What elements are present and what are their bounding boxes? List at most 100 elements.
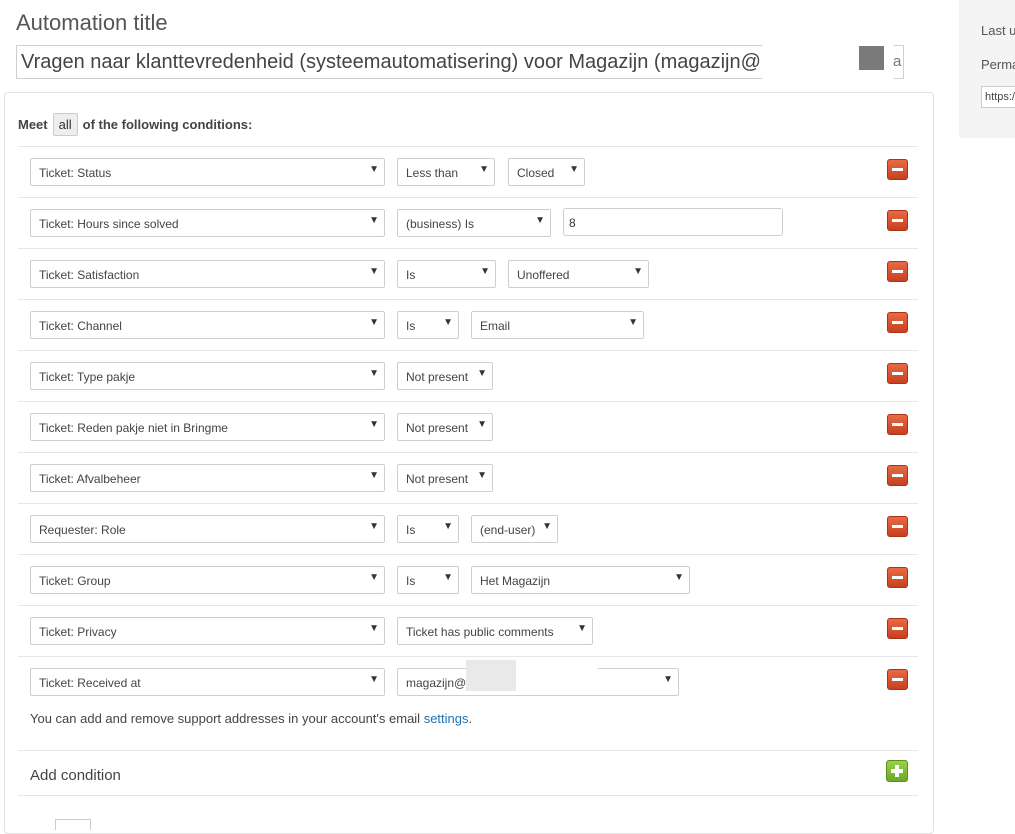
divider	[18, 750, 918, 751]
condition-field-select[interactable]: Ticket: Hours since solved ▼	[30, 209, 385, 237]
condition-operator-select-label: Not present	[406, 421, 469, 435]
row-divider	[18, 452, 918, 453]
remove-condition-button[interactable]	[887, 210, 908, 231]
condition-field-select-label: Ticket: Group	[39, 574, 111, 588]
row-divider	[18, 656, 918, 657]
chevron-down-icon: ▼	[535, 215, 545, 226]
condition-value-select-label: Closed	[517, 166, 555, 180]
condition-value-select[interactable]: Email ▼	[471, 311, 644, 339]
permalink-label: Perma	[981, 57, 1015, 72]
row-divider	[18, 299, 918, 300]
condition-value-select[interactable]: Closed ▼	[508, 158, 585, 186]
chevron-down-icon: ▼	[477, 368, 487, 379]
condition-field-select-label: Requester: Role	[39, 523, 126, 537]
chevron-down-icon: ▼	[443, 317, 453, 328]
remove-condition-button[interactable]	[887, 516, 908, 537]
meet-all-select[interactable]: all	[52, 113, 78, 136]
chevron-down-icon: ▼	[663, 674, 673, 685]
condition-operator-select-label: Is	[406, 574, 416, 588]
chevron-down-icon: ▼	[369, 317, 379, 328]
condition-field-select[interactable]: Ticket: Privacy ▼	[30, 617, 385, 645]
remove-condition-button[interactable]	[887, 159, 908, 180]
condition-value-select-label: (end-user)	[480, 523, 536, 537]
remove-condition-button[interactable]	[887, 363, 908, 384]
chevron-down-icon: ▼	[369, 266, 379, 277]
row-divider	[18, 605, 918, 606]
next-section-stub	[55, 819, 91, 830]
condition-operator-select[interactable]: Less than ▼	[397, 158, 495, 186]
condition-field-select[interactable]: Ticket: Satisfaction ▼	[30, 260, 385, 288]
row-divider	[18, 197, 918, 198]
chevron-down-icon: ▼	[369, 623, 379, 634]
chevron-down-icon: ▼	[542, 521, 552, 532]
automation-title-tail: a	[893, 53, 902, 70]
condition-operator-select[interactable]: (business) Is ▼	[397, 209, 551, 237]
condition-operator-select[interactable]: Not present ▼	[397, 413, 493, 441]
redaction-line	[492, 688, 516, 690]
chevron-down-icon: ▼	[369, 572, 379, 583]
condition-field-select-label: Ticket: Reden pakje niet in Bringme	[39, 421, 228, 435]
chevron-down-icon: ▼	[477, 419, 487, 430]
settings-link[interactable]: settings	[424, 711, 469, 726]
remove-condition-button[interactable]	[887, 567, 908, 588]
support-note-end: .	[468, 711, 473, 726]
condition-operator-select-label: Not present	[406, 370, 469, 384]
redaction-block	[859, 46, 884, 70]
condition-field-select[interactable]: Ticket: Received at ▼	[30, 668, 385, 696]
condition-field-select[interactable]: Ticket: Type pakje ▼	[30, 362, 385, 390]
condition-operator-select[interactable]: Not present ▼	[397, 362, 493, 390]
meet-prefix: Meet	[18, 117, 48, 132]
condition-operator-select[interactable]: Is ▼	[397, 260, 496, 288]
condition-field-select[interactable]: Ticket: Reden pakje niet in Bringme ▼	[30, 413, 385, 441]
chevron-down-icon: ▼	[477, 470, 487, 481]
condition-operator-select[interactable]: Ticket has public comments ▼	[397, 617, 593, 645]
condition-operator-select-label: Is	[406, 319, 416, 333]
condition-field-select[interactable]: Requester: Role ▼	[30, 515, 385, 543]
condition-operator-select-label: Is	[406, 523, 416, 537]
condition-value-select[interactable]: Het Magazijn ▼	[471, 566, 690, 594]
chevron-down-icon: ▼	[369, 521, 379, 532]
remove-condition-button[interactable]	[887, 618, 908, 639]
condition-field-select[interactable]: Ticket: Group ▼	[30, 566, 385, 594]
add-condition-label: Add condition	[30, 767, 121, 784]
condition-value-select[interactable]: Unoffered ▼	[508, 260, 649, 288]
condition-value-select-label: Unoffered	[517, 268, 570, 282]
condition-value-select-label: Het Magazijn	[480, 574, 551, 588]
condition-operator-select[interactable]: Is ▼	[397, 566, 459, 594]
add-condition-button[interactable]	[886, 760, 908, 782]
row-divider	[18, 503, 918, 504]
chevron-down-icon: ▼	[369, 215, 379, 226]
condition-field-select-label: Ticket: Hours since solved	[39, 217, 179, 231]
condition-operator-select-label: magazijn@	[406, 676, 467, 690]
remove-condition-button[interactable]	[887, 669, 908, 690]
redaction-block	[466, 660, 516, 691]
condition-operator-select[interactable]: Is ▼	[397, 311, 459, 339]
row-divider	[18, 146, 918, 147]
chevron-down-icon: ▼	[369, 470, 379, 481]
automation-title-value: Vragen naar klanttevredenheid (systeemau…	[21, 51, 773, 73]
chevron-down-icon: ▼	[628, 317, 638, 328]
condition-field-select-label: Ticket: Status	[39, 166, 112, 180]
condition-operator-select[interactable]: Not present ▼	[397, 464, 493, 492]
condition-field-select[interactable]: Ticket: Status ▼	[30, 158, 385, 186]
condition-operator-select-label: Not present	[406, 472, 469, 486]
remove-condition-button[interactable]	[887, 312, 908, 333]
remove-condition-button[interactable]	[887, 414, 908, 435]
condition-value-input[interactable]: 8	[563, 208, 783, 236]
permalink-input[interactable]: https:/	[981, 86, 1015, 108]
condition-field-select[interactable]: Ticket: Channel ▼	[30, 311, 385, 339]
remove-condition-button[interactable]	[887, 261, 908, 282]
condition-operator-select-label: Ticket has public comments	[406, 625, 554, 639]
chevron-down-icon: ▼	[674, 572, 684, 583]
chevron-down-icon: ▼	[369, 164, 379, 175]
redaction-mask	[516, 660, 598, 691]
condition-operator-select[interactable]: Is ▼	[397, 515, 459, 543]
condition-operator-select-label: Is	[406, 268, 416, 282]
condition-field-select[interactable]: Ticket: Afvalbeheer ▼	[30, 464, 385, 492]
last-updated-label: Last u	[981, 23, 1015, 38]
chevron-down-icon: ▼	[479, 164, 489, 175]
remove-condition-button[interactable]	[887, 465, 908, 486]
chevron-down-icon: ▼	[443, 521, 453, 532]
condition-value-select[interactable]: (end-user) ▼	[471, 515, 558, 543]
condition-field-select-label: Ticket: Received at	[39, 676, 141, 690]
